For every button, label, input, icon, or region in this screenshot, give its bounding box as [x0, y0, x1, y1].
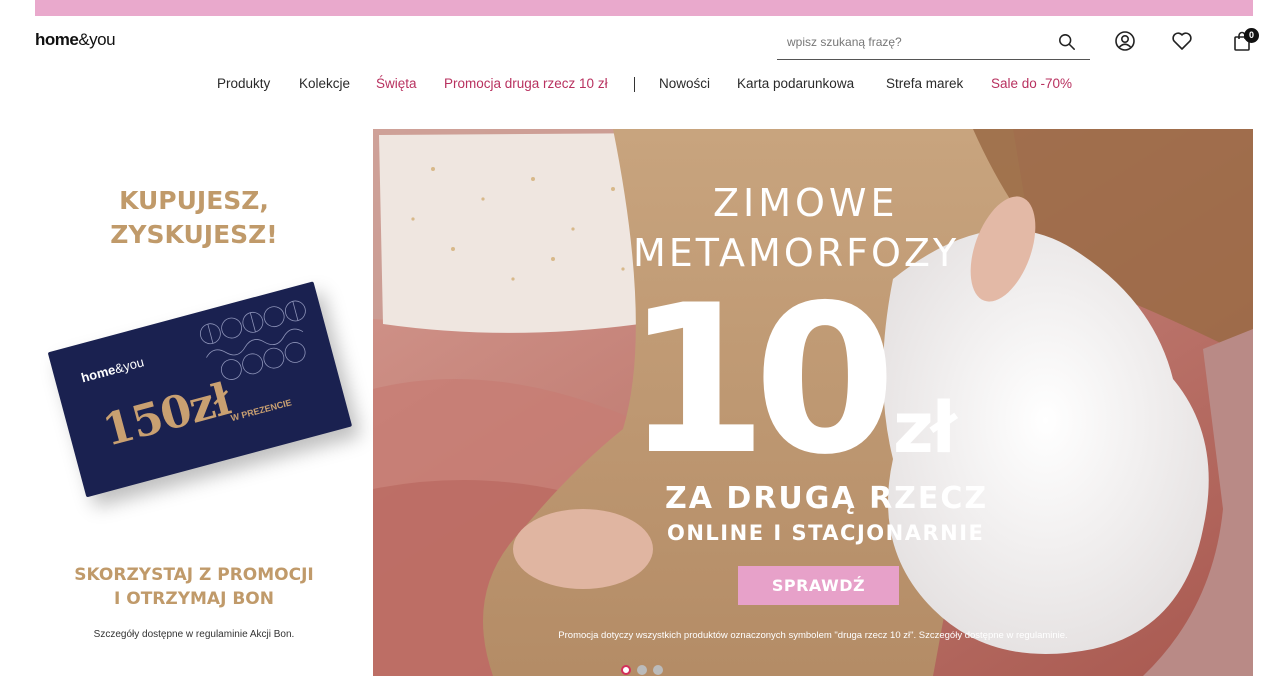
gift-card: home&you 150zł W PREZENCIE	[47, 281, 353, 498]
top-banner-strip	[35, 0, 1253, 16]
card-subtitle: W PREZENCIE	[229, 397, 293, 424]
card-logo-rest: &you	[113, 354, 146, 377]
nav-item-nowosci[interactable]: Nowości	[659, 76, 710, 91]
promo-title-line1: KUPUJESZ,	[119, 186, 269, 215]
search-input[interactable]	[787, 32, 1047, 52]
nav-item-promocja[interactable]: Promocja druga rzecz 10 zł	[444, 76, 608, 91]
carousel-pagination	[621, 665, 671, 676]
promo-title-line2: ZYSKUJESZ!	[110, 220, 278, 249]
logo-rest-text: &you	[78, 30, 116, 49]
carousel-dot-1[interactable]	[621, 665, 631, 675]
nav-item-swieta[interactable]: Święta	[376, 76, 417, 91]
hero-big-number: 10	[625, 262, 896, 500]
nav-item-produkty[interactable]: Produkty	[217, 76, 270, 91]
hero-banner-carousel[interactable]: ZIMOWE METAMORFOZY 10 zł ZA DRUGĄ RZECZ …	[373, 129, 1253, 676]
user-account-icon[interactable]	[1114, 30, 1136, 52]
nav-item-strefa-marek[interactable]: Strefa marek	[886, 76, 963, 91]
promo-cta-line1: SKORZYSTAJ Z PROMOCJI	[74, 565, 314, 585]
promo-cta-line2: I OTRZYMAJ BON	[114, 589, 274, 609]
card-amount: 150zł	[97, 374, 236, 457]
hero-line-za-druga-rzecz: ZA DRUGĄ RZECZ	[665, 481, 989, 516]
home-and-you-logo[interactable]: home&you	[35, 30, 116, 50]
logo-bold-text: home	[35, 30, 79, 49]
main-navigation: Produkty Kolekcje Święta Promocja druga …	[0, 74, 1280, 96]
promo-title: KUPUJESZ, ZYSKUJESZ!	[35, 184, 353, 252]
hero-currency: zł	[893, 387, 957, 469]
promo-details: Szczegóły dostępne w regulaminie Akcji B…	[93, 629, 295, 640]
card-logo: home&you	[80, 354, 146, 385]
hero-line-zimowe: ZIMOWE	[713, 181, 899, 225]
gift-card-image: home&you 150zł W PREZENCIE	[47, 281, 358, 516]
nav-item-sale[interactable]: Sale do -70%	[991, 76, 1072, 91]
nav-item-karta-podarunkowa[interactable]: Karta podarunkowa	[737, 76, 854, 91]
nav-item-kolekcje[interactable]: Kolekcje	[299, 76, 350, 91]
cart-count-badge: 0	[1244, 28, 1259, 43]
gift-voucher-promo[interactable]: KUPUJESZ, ZYSKUJESZ! home&you 150zł W PR…	[35, 129, 353, 676]
carousel-dot-2[interactable]	[637, 665, 647, 675]
heart-wishlist-icon[interactable]	[1171, 30, 1193, 52]
sprawdz-button[interactable]: SPRAWDŹ	[738, 566, 899, 605]
hero-line-online: ONLINE I STACJONARNIE	[667, 521, 985, 545]
site-header: home&you 0	[0, 16, 1280, 66]
search-box	[777, 24, 1090, 60]
carousel-dot-3[interactable]	[653, 665, 663, 675]
hero-promo-note: Promocja dotyczy wszystkich produktów oz…	[558, 630, 1068, 641]
nav-separator	[634, 77, 635, 92]
card-logo-bold: home	[79, 361, 117, 386]
promo-cta-text: SKORZYSTAJ Z PROMOCJI I OTRZYMAJ BON	[35, 563, 353, 611]
search-icon[interactable]	[1058, 33, 1076, 51]
